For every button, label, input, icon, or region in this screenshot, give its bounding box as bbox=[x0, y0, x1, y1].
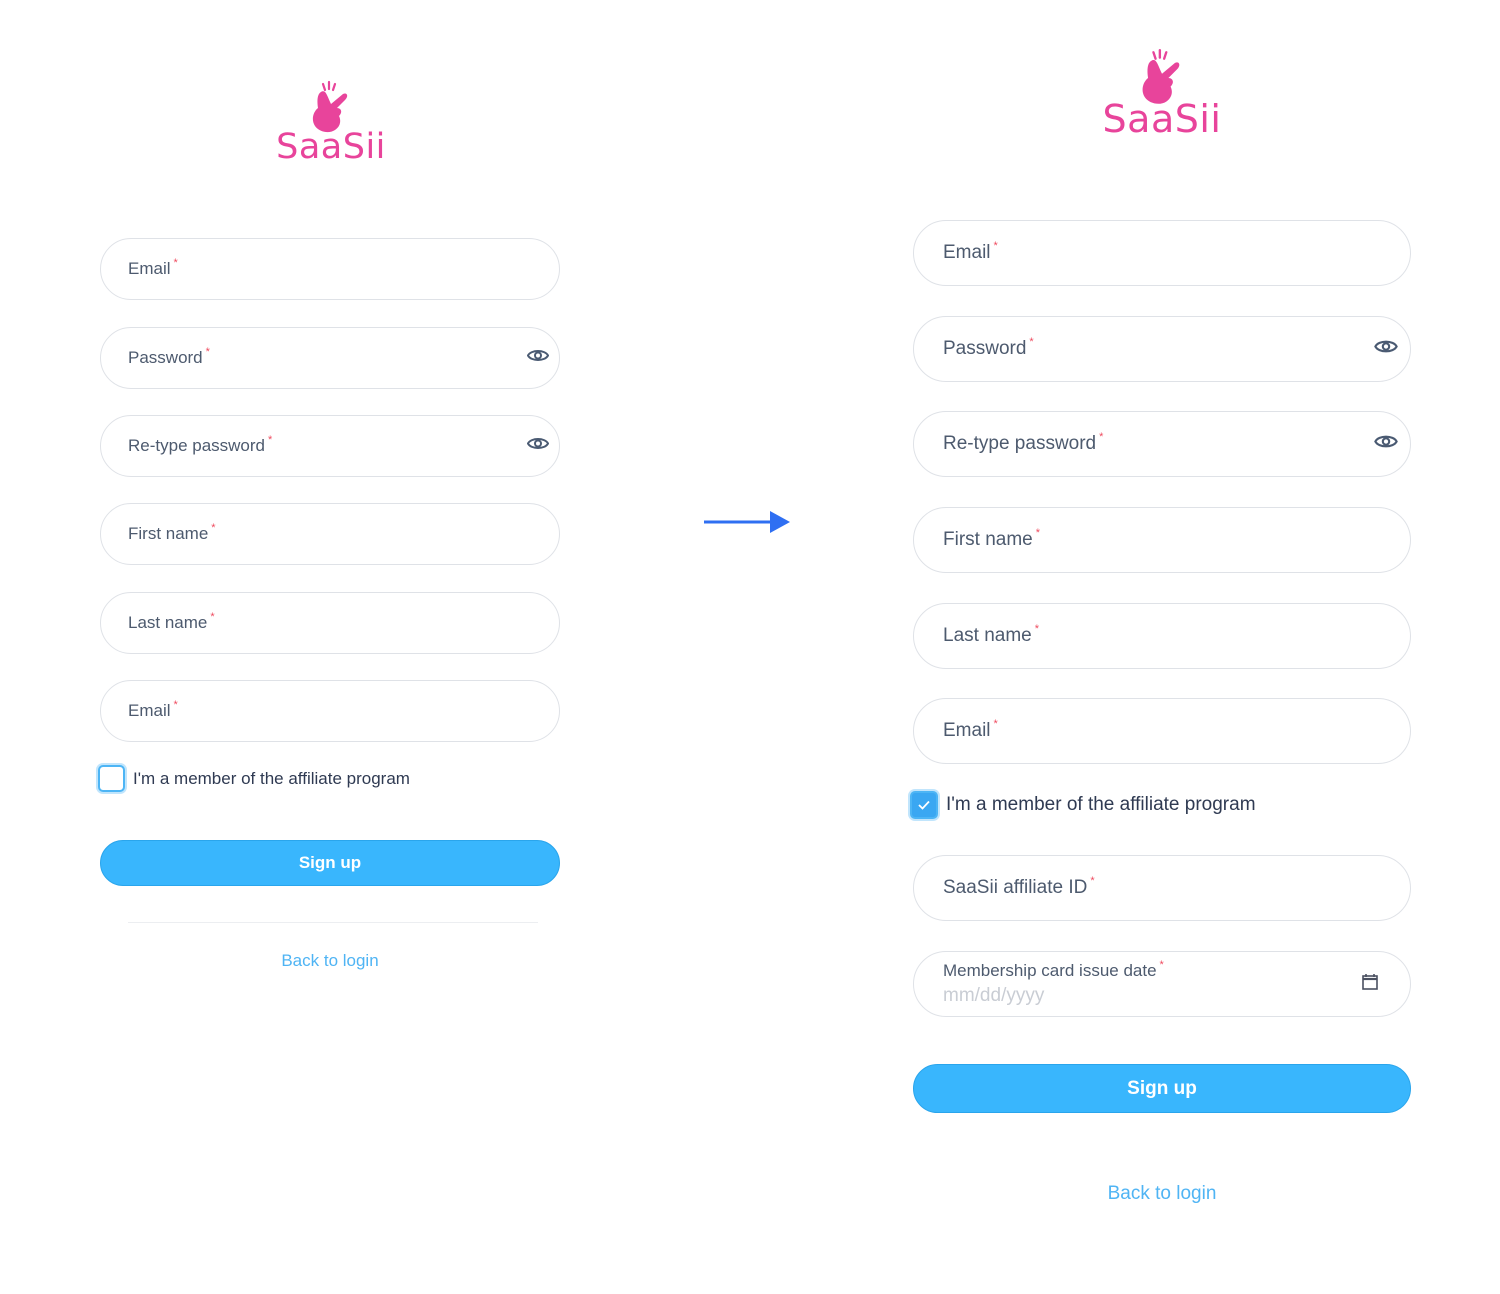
eye-icon[interactable] bbox=[1374, 338, 1398, 360]
retype-password-field[interactable]: Re-type password * bbox=[100, 415, 560, 477]
email-field-2[interactable]: Email * bbox=[913, 698, 1411, 764]
eye-icon[interactable] bbox=[1374, 433, 1398, 455]
issue-date-label: Membership card issue date * bbox=[943, 959, 1164, 980]
affiliate-checkbox-label: I'm a member of the affiliate program bbox=[133, 768, 410, 788]
email-field[interactable]: Email * bbox=[913, 220, 1411, 286]
affiliate-checkbox[interactable] bbox=[98, 765, 125, 792]
eye-icon[interactable] bbox=[526, 436, 550, 457]
arrow-right-icon bbox=[704, 511, 790, 533]
retype-password-label: Re-type password * bbox=[128, 434, 273, 455]
first-name-field[interactable]: First name * bbox=[100, 503, 560, 565]
email-label: Email * bbox=[943, 718, 998, 741]
affiliate-id-field[interactable]: SaaSii affiliate ID * bbox=[913, 855, 1411, 921]
brand-name: SaaSii bbox=[1102, 97, 1222, 141]
email-label: Email * bbox=[128, 257, 178, 278]
logo: SaaSii bbox=[275, 80, 387, 165]
email-field-2[interactable]: Email * bbox=[100, 680, 560, 742]
divider bbox=[128, 922, 538, 923]
issue-date-field[interactable]: Membership card issue date * mm/dd/yyyy bbox=[913, 951, 1411, 1017]
retype-password-label: Re-type password * bbox=[943, 431, 1104, 454]
first-name-label: First name * bbox=[128, 522, 216, 543]
email-label: Email * bbox=[943, 240, 998, 263]
email-field[interactable]: Email * bbox=[100, 238, 560, 300]
last-name-label: Last name * bbox=[128, 611, 215, 632]
calendar-icon[interactable] bbox=[1362, 973, 1378, 995]
affiliate-checkbox-row[interactable]: I'm a member of the affiliate program bbox=[910, 791, 1256, 819]
password-field[interactable]: Password * bbox=[100, 327, 560, 389]
date-placeholder: mm/dd/yyyy bbox=[943, 985, 1045, 1006]
last-name-field[interactable]: Last name * bbox=[913, 603, 1411, 669]
checkmark-icon bbox=[918, 800, 930, 810]
last-name-field[interactable]: Last name * bbox=[100, 592, 560, 654]
logo: SaaSii bbox=[1101, 48, 1223, 138]
password-field[interactable]: Password * bbox=[913, 316, 1411, 382]
affiliate-checkbox-row[interactable]: I'm a member of the affiliate program bbox=[98, 765, 410, 792]
signup-button[interactable]: Sign up bbox=[913, 1064, 1411, 1113]
first-name-field[interactable]: First name * bbox=[913, 507, 1411, 573]
password-label: Password * bbox=[943, 336, 1034, 359]
retype-password-field[interactable]: Re-type password * bbox=[913, 411, 1411, 477]
email-label: Email * bbox=[128, 699, 178, 720]
eye-icon[interactable] bbox=[526, 348, 550, 369]
last-name-label: Last name * bbox=[943, 623, 1040, 646]
back-to-login-link[interactable]: Back to login bbox=[913, 1183, 1411, 1205]
affiliate-id-label: SaaSii affiliate ID * bbox=[943, 875, 1095, 898]
first-name-label: First name * bbox=[943, 527, 1041, 550]
brand-name: SaaSii bbox=[276, 127, 386, 167]
signup-button[interactable]: Sign up bbox=[100, 840, 560, 886]
password-label: Password * bbox=[128, 346, 210, 367]
affiliate-checkbox[interactable] bbox=[910, 791, 938, 819]
back-to-login-link[interactable]: Back to login bbox=[100, 951, 560, 971]
affiliate-checkbox-label: I'm a member of the affiliate program bbox=[946, 794, 1256, 815]
